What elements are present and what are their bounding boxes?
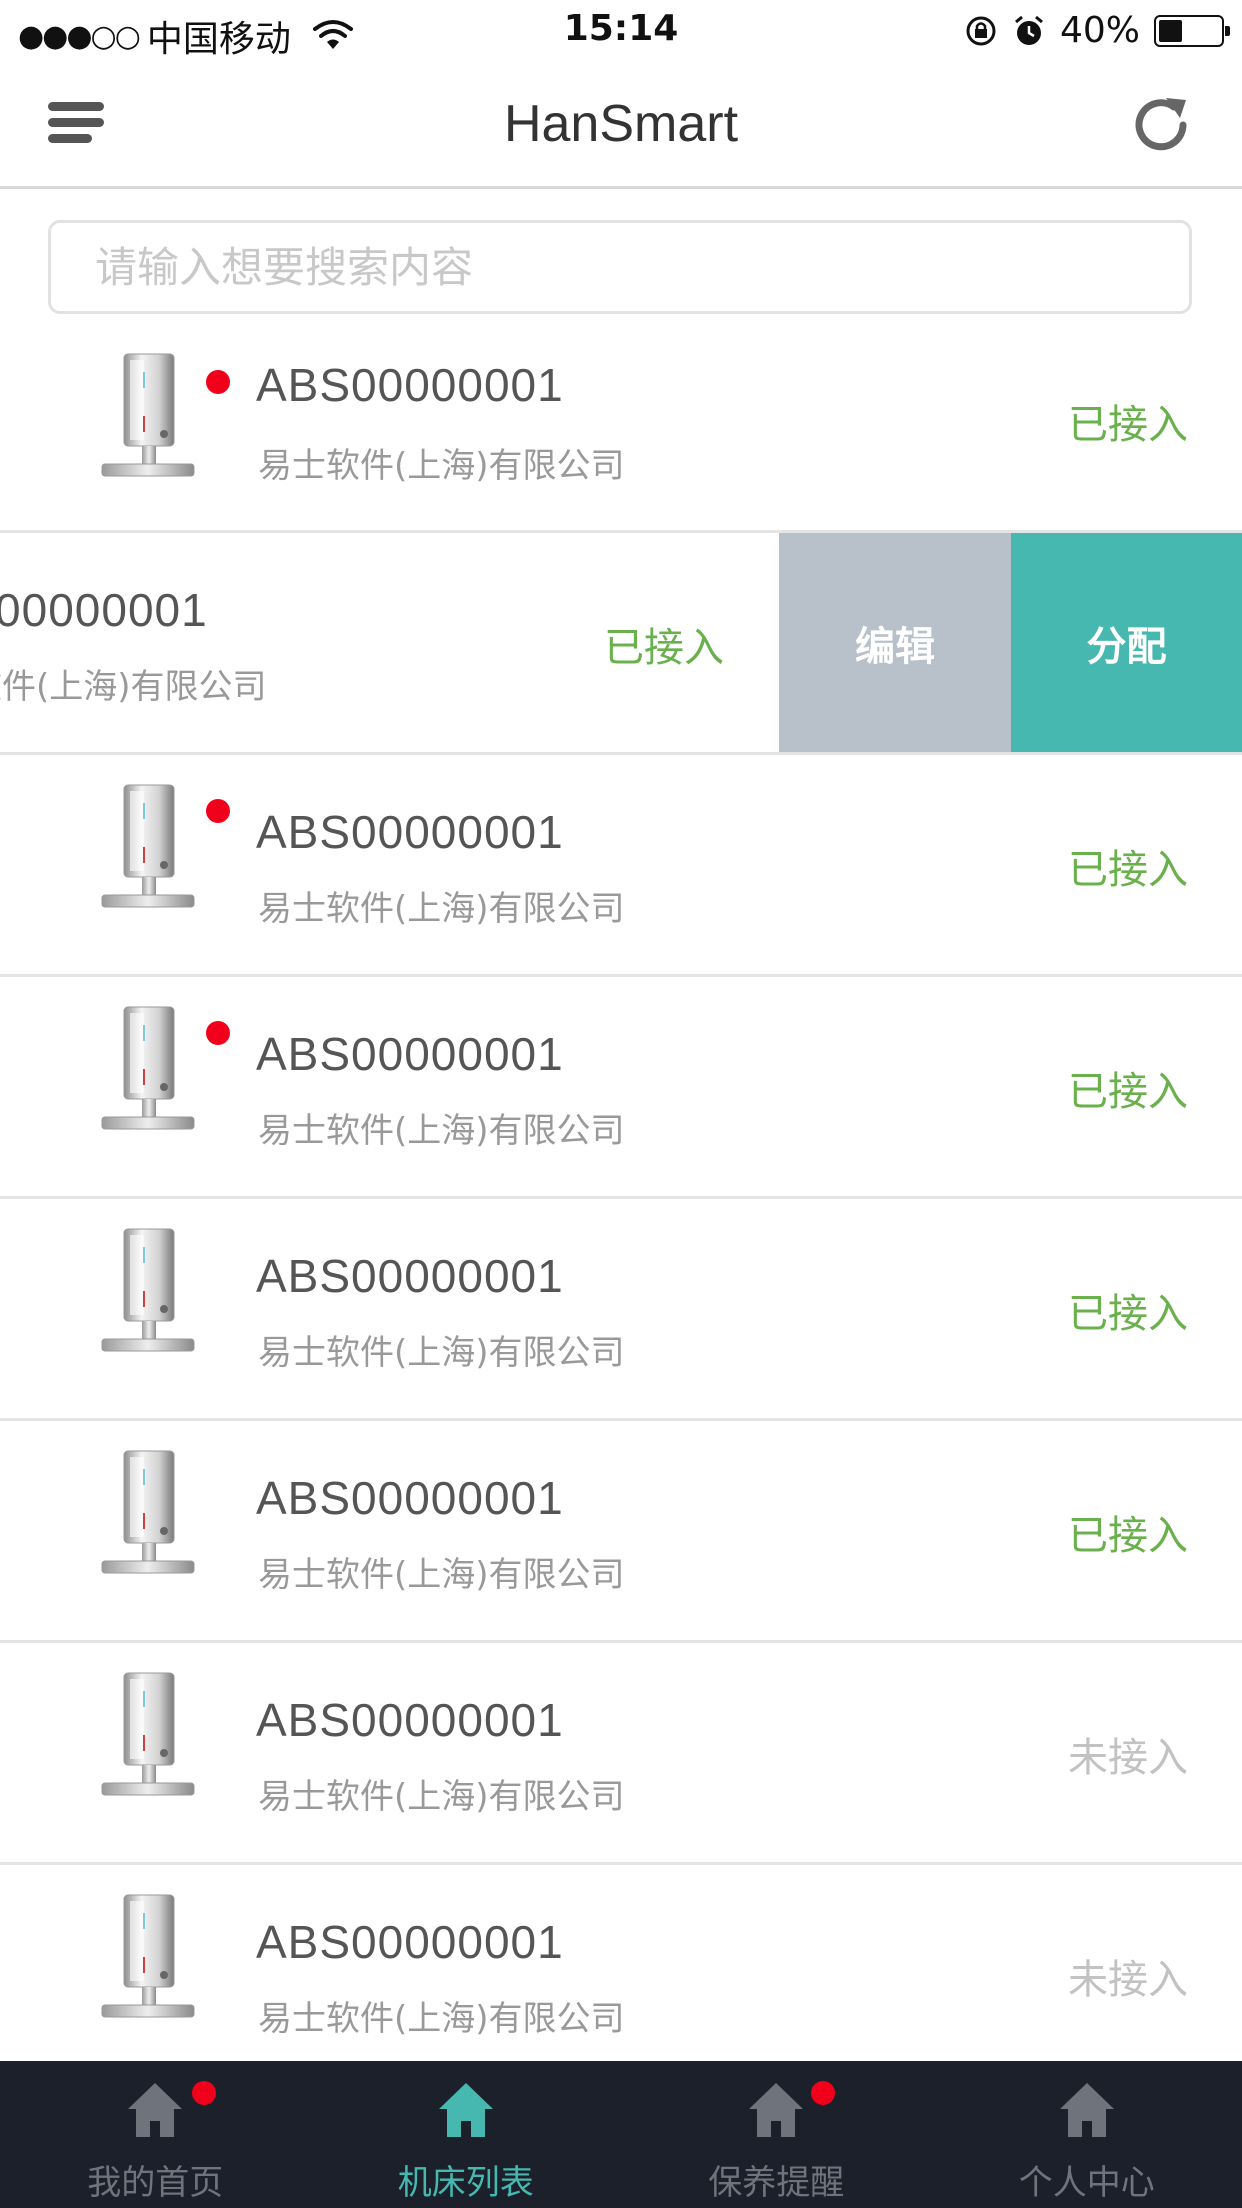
machine-tool-icon: [100, 1893, 196, 2023]
machine-tool-icon: [100, 1671, 196, 1801]
machine-tool-icon: [100, 783, 196, 913]
company-name: 易士软件(上海)有限公司: [258, 1777, 625, 1817]
list-item[interactable]: ABS00000001 易士软件(上海)有限公司 未接入: [0, 1643, 1242, 1865]
home-icon: [1056, 2079, 1118, 2141]
alarm-icon: [1015, 15, 1043, 45]
assign-button[interactable]: 分配: [1011, 533, 1242, 752]
machine-code: ABS00000001: [256, 1916, 564, 1968]
machine-code: ABS00000001: [256, 1028, 564, 1080]
connection-status: 已接入: [1068, 402, 1188, 448]
company-name: 易士软件(上海)有限公司: [258, 1333, 625, 1373]
list-item[interactable]: ABS00000001 易士软件(上海)有限公司 未接入: [0, 1865, 1242, 2087]
connection-status: 未接入: [1068, 1735, 1188, 1781]
company-name: 易士软件(上海)有限公司: [258, 446, 625, 486]
company-name: 易士软件(上海)有限公司: [258, 1555, 625, 1595]
machine-tool-icon: [100, 1005, 196, 1135]
machine-list: ABS00000001易士软件(上海)有限公司已接入ABS00000001易士软…: [0, 330, 1242, 2087]
machine-code: ABS00000001: [256, 359, 564, 411]
battery-icon: [1154, 14, 1230, 47]
tab-label: 个人中心: [1018, 2163, 1155, 2203]
connection-status: 已接入: [1068, 847, 1188, 893]
tab-bar: 我的首页 机床列表 保养提醒 个人中心: [0, 2061, 1242, 2208]
refresh-icon[interactable]: [1128, 92, 1194, 158]
alert-dot: [206, 799, 230, 823]
edit-button[interactable]: 编辑: [779, 533, 1011, 752]
machine-code: ABS00000001: [256, 1250, 564, 1302]
status-right: 40%: [964, 10, 1230, 51]
tab-machine-list[interactable]: 机床列表: [311, 2061, 622, 2208]
battery-percent: 40%: [1059, 10, 1140, 51]
company-name: 易士软件(上海)有限公司: [258, 1111, 625, 1151]
tab-maintenance[interactable]: 保养提醒: [621, 2061, 932, 2208]
tab-label: 机床列表: [397, 2163, 534, 2203]
connection-status: 已接入: [604, 625, 724, 671]
search-input[interactable]: [51, 223, 1189, 311]
tab-label: 我的首页: [87, 2163, 224, 2203]
tab-label: 保养提醒: [708, 2163, 845, 2203]
company-name: 易士软件(上海)有限公司: [258, 1999, 625, 2039]
battery-fill: [1159, 19, 1183, 42]
connection-status: 已接入: [1068, 1069, 1188, 1115]
alert-dot: [206, 370, 230, 394]
rotation-lock-icon: [966, 16, 996, 45]
machine-code: ABS00000001: [0, 584, 208, 636]
page-title: HanSmart: [503, 95, 739, 153]
home-icon: [745, 2079, 807, 2141]
status-bar: ●●●○○ 中国移动 15:14 40%: [0, 0, 1242, 62]
company-name: 易士软件(上海)有限公司: [0, 667, 267, 707]
home-icon: [124, 2079, 186, 2141]
search-box: [48, 220, 1192, 314]
machine-tool-icon: [100, 352, 196, 482]
notification-badge: [192, 2081, 216, 2105]
machine-tool-icon: [100, 1227, 196, 1357]
home-icon: [435, 2079, 497, 2141]
connection-status: 已接入: [1068, 1513, 1188, 1559]
connection-status: 未接入: [1068, 1957, 1188, 2003]
connection-status: 已接入: [1068, 1291, 1188, 1337]
list-item[interactable]: ABS00000001 易士软件(上海)有限公司 已接入: [0, 1421, 1242, 1643]
machine-tool-icon: [100, 1449, 196, 1579]
list-item[interactable]: ABS00000001 易士软件(上海)有限公司 已接入: [0, 755, 1242, 977]
list-item[interactable]: ABS00000001 易士软件(上海)有限公司 已接入: [0, 1199, 1242, 1421]
machine-code: ABS00000001: [256, 1472, 564, 1524]
list-item[interactable]: ABS00000001 易士软件(上海)有限公司 已接入: [0, 977, 1242, 1199]
machine-code: ABS00000001: [256, 1694, 564, 1746]
list-item[interactable]: ABS00000001 易士软件(上海)有限公司 已接入: [0, 330, 1242, 533]
tab-profile[interactable]: 个人中心: [932, 2061, 1242, 2208]
alert-dot: [206, 1021, 230, 1045]
notification-badge: [811, 2081, 835, 2105]
nav-bar: HanSmart: [0, 62, 1242, 189]
tab-home[interactable]: 我的首页: [0, 2061, 311, 2208]
machine-code: ABS00000001: [256, 806, 564, 858]
list-item-swiped[interactable]: ABS00000001 易士软件(上海)有限公司 已接入 编辑分配: [0, 533, 1242, 755]
company-name: 易士软件(上海)有限公司: [258, 889, 625, 929]
